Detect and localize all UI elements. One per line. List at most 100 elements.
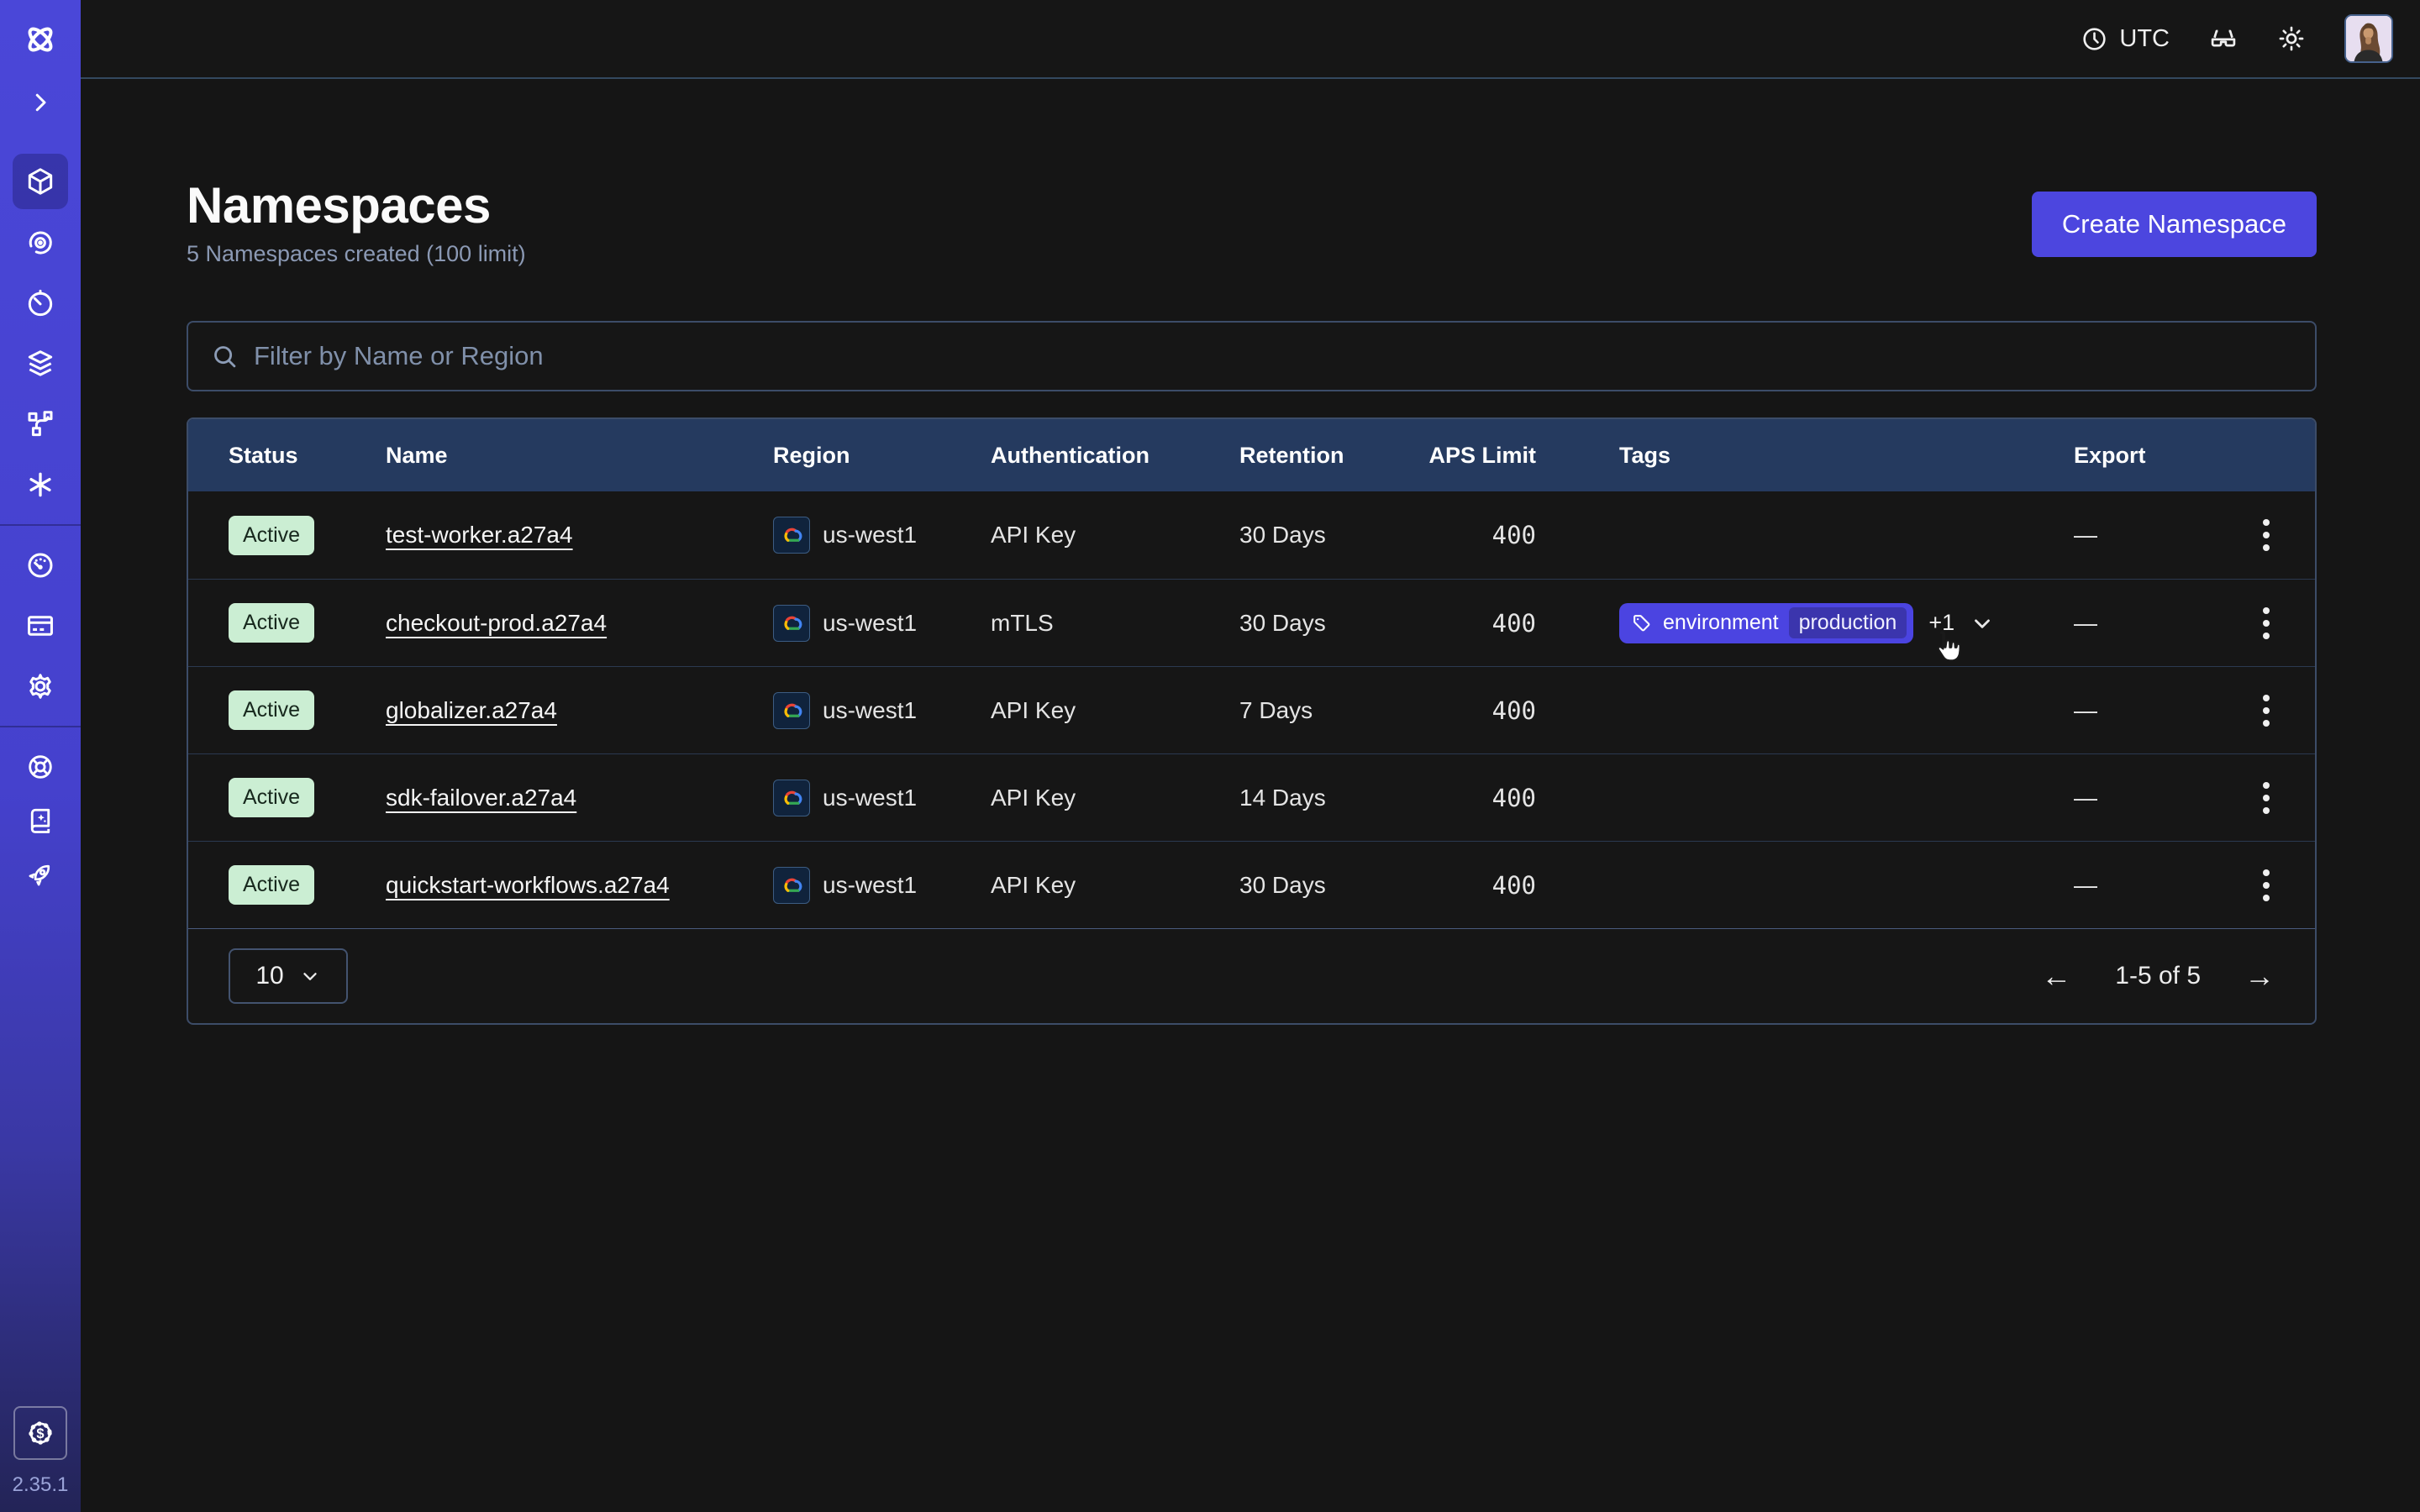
gcp-icon xyxy=(773,780,810,816)
page-size-value: 10 xyxy=(255,962,283,990)
table-row: Active globalizer.a27a4 us-west1 API Key… xyxy=(188,666,2315,753)
sidebar-item-settings[interactable] xyxy=(13,659,68,713)
branch-icon xyxy=(24,408,56,440)
status-badge: Active xyxy=(229,778,314,817)
export-value: — xyxy=(2074,785,2097,811)
sidebar: $ 2.35.1 xyxy=(0,0,81,1512)
labs-toggle[interactable] xyxy=(2208,24,2238,54)
sidebar-item-getting-started[interactable] xyxy=(13,848,68,901)
sidebar-item-batch-operations[interactable] xyxy=(13,458,68,512)
create-namespace-button[interactable]: Create Namespace xyxy=(2032,192,2317,257)
namespace-link[interactable]: sdk-failover.a27a4 xyxy=(386,785,576,811)
namespace-count: 5 Namespaces created (100 limit) xyxy=(187,241,2317,267)
auth-cell: mTLS xyxy=(991,610,1239,637)
tags-expand-icon[interactable] xyxy=(1970,611,1995,636)
spiral-icon xyxy=(24,227,56,259)
aps-cell: 400 xyxy=(1392,871,1536,900)
sidebar-divider xyxy=(0,524,81,526)
status-badge: Active xyxy=(229,603,314,643)
book-sparkle-icon xyxy=(25,806,55,836)
col-tags: Tags xyxy=(1536,443,2074,469)
sidebar-expand-icon[interactable] xyxy=(13,79,68,126)
page-header: Namespaces 5 Namespaces created (100 lim… xyxy=(187,79,2317,267)
namespace-link[interactable]: test-worker.a27a4 xyxy=(386,522,573,548)
timezone-label: UTC xyxy=(2119,25,2170,53)
export-value: — xyxy=(2074,522,2097,549)
sidebar-item-usage[interactable] xyxy=(13,538,68,592)
table-row: Active test-worker.a27a4 us-west1 API Ke… xyxy=(188,491,2315,579)
retention-cell: 7 Days xyxy=(1239,697,1392,724)
theme-toggle[interactable] xyxy=(2277,24,2306,53)
layers-icon xyxy=(24,348,56,380)
credit-card-icon xyxy=(24,610,56,642)
pricing-button[interactable]: $ xyxy=(13,1406,67,1460)
region-label: us-west1 xyxy=(823,872,917,899)
sun-icon xyxy=(2277,24,2306,53)
asterisk-icon xyxy=(24,469,56,501)
main-content: Namespaces 5 Namespaces created (100 lim… xyxy=(187,79,2317,1025)
sidebar-item-docs[interactable] xyxy=(13,794,68,848)
sidebar-nav-help xyxy=(13,740,68,901)
col-aps-limit: APS Limit xyxy=(1392,443,1536,469)
page-size-select[interactable]: 10 xyxy=(229,948,348,1004)
status-badge: Active xyxy=(229,690,314,730)
glasses-icon xyxy=(2208,24,2238,54)
svg-text:$: $ xyxy=(36,1426,44,1441)
col-authentication: Authentication xyxy=(991,443,1239,469)
row-menu-icon[interactable] xyxy=(2258,691,2275,730)
status-badge: Active xyxy=(229,516,314,555)
gcp-icon xyxy=(773,517,810,554)
sidebar-item-deployments[interactable] xyxy=(13,337,68,391)
col-name: Name xyxy=(386,443,773,469)
table-footer: 10 ← 1-5 of 5 → xyxy=(188,928,2315,1023)
namespace-link[interactable]: quickstart-workflows.a27a4 xyxy=(386,872,670,898)
col-retention: Retention xyxy=(1239,443,1392,469)
timezone-button[interactable]: UTC xyxy=(2081,25,2170,53)
aps-cell: 400 xyxy=(1392,784,1536,812)
sidebar-item-namespaces[interactable] xyxy=(13,154,68,209)
sidebar-item-billing[interactable] xyxy=(13,599,68,653)
filter-input[interactable] xyxy=(254,341,2293,371)
table-row: Active sdk-failover.a27a4 us-west1 API K… xyxy=(188,753,2315,841)
export-value: — xyxy=(2074,610,2097,637)
namespaces-table: Status Name Region Authentication Retent… xyxy=(187,417,2317,1025)
user-avatar[interactable] xyxy=(2344,14,2393,63)
tag-icon xyxy=(1631,612,1653,634)
namespace-link[interactable]: globalizer.a27a4 xyxy=(386,697,557,723)
rocket-icon xyxy=(25,859,55,890)
row-menu-icon[interactable] xyxy=(2258,779,2275,817)
region-label: us-west1 xyxy=(823,522,917,549)
row-menu-icon[interactable] xyxy=(2258,604,2275,643)
prev-page-icon[interactable]: ← xyxy=(2041,961,2071,991)
auth-cell: API Key xyxy=(991,785,1239,811)
export-value: — xyxy=(2074,872,2097,899)
retention-cell: 30 Days xyxy=(1239,610,1392,637)
topbar: UTC xyxy=(81,0,2420,79)
region-label: us-west1 xyxy=(823,785,917,811)
search-icon xyxy=(210,342,239,370)
export-value: — xyxy=(2074,697,2097,724)
sidebar-item-support[interactable] xyxy=(13,740,68,794)
timer-icon xyxy=(24,287,56,319)
sidebar-item-workflows[interactable] xyxy=(13,216,68,270)
filter-bar xyxy=(187,321,2317,391)
pagination-range: 1-5 of 5 xyxy=(2115,962,2201,990)
aps-cell: 400 xyxy=(1392,521,1536,549)
tag-pill[interactable]: environment production xyxy=(1619,603,1913,643)
row-menu-icon[interactable] xyxy=(2258,866,2275,905)
clock-icon xyxy=(2081,25,2108,53)
row-menu-icon[interactable] xyxy=(2258,516,2275,554)
tag-value: production xyxy=(1789,607,1907,638)
next-page-icon[interactable]: → xyxy=(2244,961,2275,991)
status-badge: Active xyxy=(229,865,314,905)
cube-icon xyxy=(24,165,56,197)
sidebar-item-nexus[interactable] xyxy=(13,397,68,451)
sidebar-item-schedules[interactable] xyxy=(13,276,68,330)
retention-cell: 30 Days xyxy=(1239,522,1392,549)
tag-key: environment xyxy=(1663,611,1779,635)
namespace-link[interactable]: checkout-prod.a27a4 xyxy=(386,610,607,636)
table-row: Active checkout-prod.a27a4 us-west1 mTLS… xyxy=(188,579,2315,666)
pagination: ← 1-5 of 5 → xyxy=(2041,961,2275,991)
auth-cell: API Key xyxy=(991,522,1239,549)
temporal-logo[interactable] xyxy=(0,0,81,79)
